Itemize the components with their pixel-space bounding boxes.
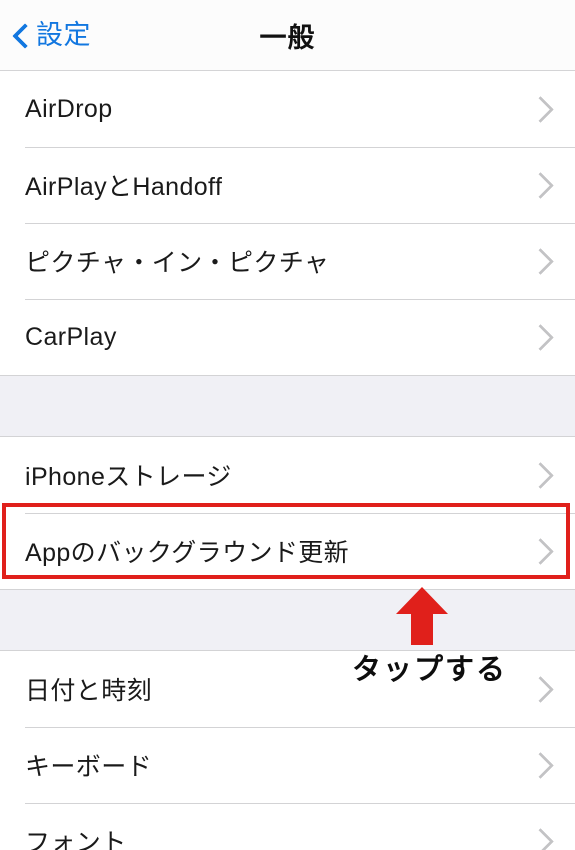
row-label: フォント <box>25 829 127 850</box>
chevron-right-icon <box>527 675 554 703</box>
settings-row-iphone-storage[interactable]: iPhoneストレージ <box>0 437 575 513</box>
settings-row-background-app-refresh[interactable]: Appのバックグラウンド更新 <box>0 513 575 589</box>
settings-group-storage: iPhoneストレージ Appのバックグラウンド更新 <box>0 437 575 589</box>
chevron-right-icon <box>527 323 554 351</box>
settings-row-airplay-handoff[interactable]: AirPlayとHandoff <box>0 147 575 223</box>
row-label: 日付と時刻 <box>25 677 153 705</box>
settings-row-carplay[interactable]: CarPlay <box>0 299 575 375</box>
chevron-right-icon <box>527 171 554 199</box>
chevron-right-icon <box>527 95 554 123</box>
settings-row-airdrop[interactable]: AirDrop <box>0 71 575 147</box>
settings-row-fonts[interactable]: フォント <box>0 803 575 850</box>
row-label: AirPlayとHandoff <box>25 173 223 201</box>
row-label: iPhoneストレージ <box>25 463 232 491</box>
row-label: CarPlay <box>25 322 117 351</box>
group-separator <box>0 589 575 651</box>
settings-row-keyboard[interactable]: キーボード <box>0 727 575 803</box>
settings-group-system: 日付と時刻 キーボード フォント <box>0 651 575 850</box>
chevron-right-icon <box>527 461 554 489</box>
settings-row-picture-in-picture[interactable]: ピクチャ・イン・ピクチャ <box>0 223 575 299</box>
settings-row-date-time[interactable]: 日付と時刻 <box>0 651 575 727</box>
group-separator <box>0 375 575 437</box>
ios-settings-screen: 設定 一般 AirDrop AirPlayとHandoff ピクチャ・イン・ピク… <box>0 0 575 850</box>
chevron-right-icon <box>527 247 554 275</box>
row-label: AirDrop <box>25 94 113 123</box>
row-label: Appのバックグラウンド更新 <box>25 539 350 567</box>
settings-list: AirDrop AirPlayとHandoff ピクチャ・イン・ピクチャ Car… <box>0 71 575 850</box>
row-label: ピクチャ・イン・ピクチャ <box>25 249 330 277</box>
chevron-right-icon <box>527 537 554 565</box>
row-label: キーボード <box>25 753 153 781</box>
chevron-right-icon <box>527 751 554 779</box>
page-title: 一般 <box>259 22 316 53</box>
chevron-right-icon <box>527 827 554 850</box>
navigation-bar: 設定 一般 <box>0 0 575 71</box>
settings-group-connectivity: AirDrop AirPlayとHandoff ピクチャ・イン・ピクチャ Car… <box>0 71 575 375</box>
